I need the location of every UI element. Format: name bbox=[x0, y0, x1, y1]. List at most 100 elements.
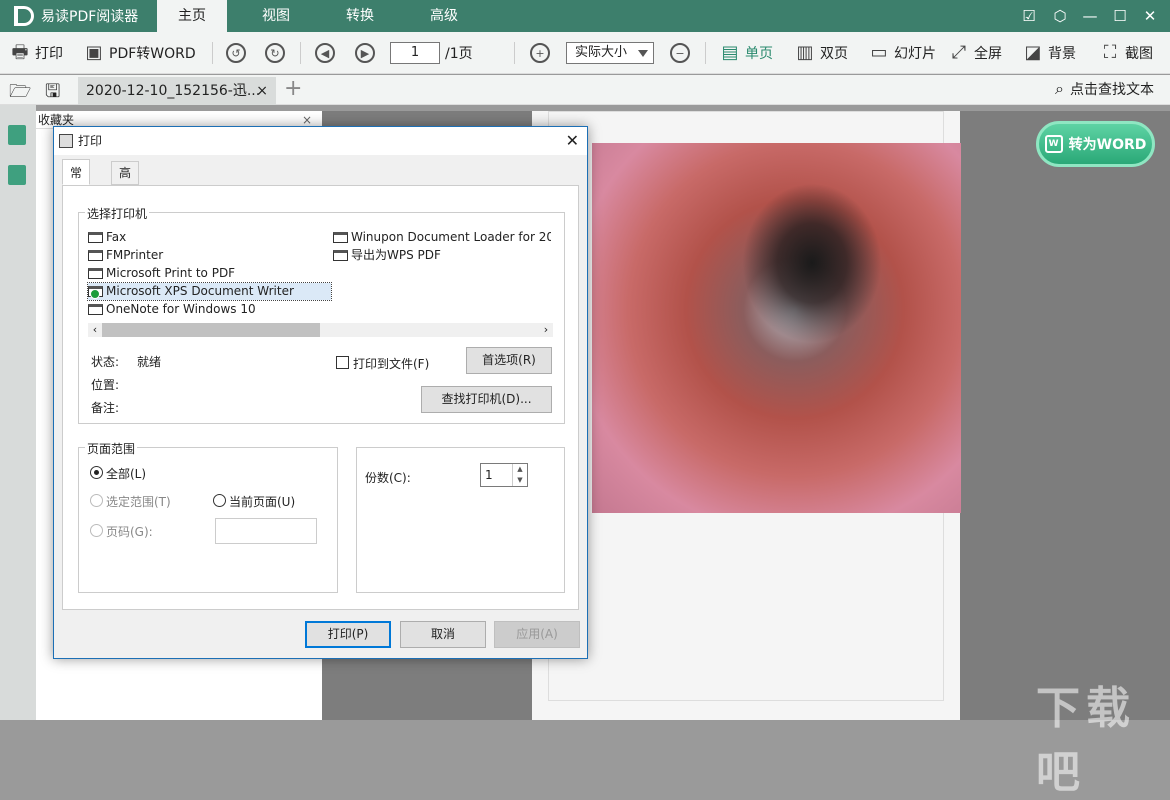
printer-icon: 🖶 bbox=[11, 42, 29, 63]
stepper-arrows-icon[interactable]: ▲ ▼ bbox=[512, 464, 527, 486]
apply-button[interactable]: 应用(A) bbox=[494, 621, 580, 648]
scroll-right-icon[interactable]: › bbox=[539, 323, 553, 337]
zoom-select[interactable]: 实际大小 bbox=[566, 42, 654, 64]
tab-home[interactable]: 主页 bbox=[157, 0, 227, 32]
rotate-left-button[interactable]: ↺ bbox=[226, 32, 246, 74]
print-button[interactable]: 🖶 打印 bbox=[10, 32, 64, 74]
maximize-icon[interactable]: ☐ bbox=[1111, 7, 1129, 25]
double-page-button[interactable]: ▥ 双页 bbox=[795, 32, 848, 74]
copies-stepper[interactable]: 1 ▲ ▼ bbox=[480, 463, 528, 487]
printer-item[interactable]: FMPrinter bbox=[88, 247, 163, 264]
printer-list[interactable]: Fax FMPrinter Microsoft Print to PDF Mic… bbox=[87, 227, 553, 325]
rotate-right-icon: ↻ bbox=[265, 43, 285, 63]
close-window-icon[interactable]: ✕ bbox=[1141, 7, 1159, 25]
single-page-icon: ▤ bbox=[721, 42, 739, 63]
document-tab[interactable]: 2020-12-10_152156-迅... × bbox=[78, 77, 276, 105]
single-page-button[interactable]: ▤ 单页 bbox=[720, 32, 773, 74]
range-all-radio[interactable] bbox=[90, 466, 103, 479]
range-pages-radio[interactable] bbox=[90, 524, 103, 537]
range-current-radio[interactable] bbox=[213, 494, 226, 507]
printer-item[interactable]: OneNote for Windows 10 bbox=[88, 301, 256, 318]
slideshow-button[interactable]: ▭ 幻灯片 bbox=[869, 32, 936, 74]
range-pages-label[interactable]: 页码(G): bbox=[106, 523, 153, 540]
tab-convert[interactable]: 转换 bbox=[320, 0, 400, 32]
pdf-to-word-button[interactable]: ▣ PDF转WORD bbox=[84, 32, 195, 74]
zoom-in-icon: + bbox=[530, 43, 550, 63]
edit-icon[interactable]: ☑ bbox=[1020, 7, 1038, 25]
background-icon: ◪ bbox=[1024, 42, 1042, 63]
next-page-icon: ▶ bbox=[355, 43, 375, 63]
search-text-label: 点击查找文本 bbox=[1069, 82, 1154, 98]
zoom-in-button[interactable]: + bbox=[530, 32, 550, 74]
printer-item[interactable]: Winupon Document Loader for 20 bbox=[333, 229, 551, 246]
page-image bbox=[592, 143, 961, 513]
scroll-left-icon[interactable]: ‹ bbox=[88, 323, 102, 337]
zoom-select-wrap[interactable]: 实际大小 bbox=[566, 32, 654, 74]
close-dialog-icon[interactable]: ✕ bbox=[566, 127, 579, 155]
printer-name: Winupon Document Loader for 20 bbox=[351, 230, 551, 244]
add-tab-icon[interactable]: + bbox=[284, 75, 302, 103]
word-icon: ▣ bbox=[85, 42, 103, 63]
print-dialog-icon bbox=[59, 134, 73, 148]
image-splash bbox=[742, 183, 882, 343]
slideshow-icon: ▭ bbox=[870, 42, 888, 63]
skin-icon[interactable]: ⬡ bbox=[1051, 7, 1069, 25]
watermark: 下载吧 bbox=[1036, 683, 1136, 798]
divider bbox=[300, 42, 301, 64]
bookmark-icon[interactable] bbox=[8, 165, 26, 185]
range-all-label[interactable]: 全部(L) bbox=[106, 465, 146, 482]
printer-item[interactable]: Fax bbox=[88, 229, 126, 246]
print-to-file-label[interactable]: 打印到文件(F) bbox=[353, 355, 429, 372]
zoom-out-button[interactable]: − bbox=[670, 32, 690, 74]
printer-name: Microsoft XPS Document Writer bbox=[106, 284, 294, 298]
print-label: 打印 bbox=[35, 46, 63, 62]
page-number-field[interactable]: 1 bbox=[390, 32, 440, 74]
toolbar: 🖶 打印 ▣ PDF转WORD ↺ ↻ ◀ ▶ 1 /1页 + 实际大小 − ▤ 单页… bbox=[0, 32, 1170, 74]
scrollbar-thumb[interactable] bbox=[102, 323, 320, 337]
range-current-label[interactable]: 当前页面(U) bbox=[229, 493, 295, 510]
range-selection-label[interactable]: 选定范围(T) bbox=[106, 493, 171, 510]
printer-item[interactable]: 导出为WPS PDF bbox=[333, 247, 441, 264]
divider bbox=[705, 42, 706, 64]
range-selection-radio[interactable] bbox=[90, 494, 103, 507]
printer-list-scrollbar[interactable]: ‹ › bbox=[88, 323, 553, 337]
printer-group-label: 选择打印机 bbox=[85, 205, 150, 222]
page-total: /1页 bbox=[445, 46, 473, 62]
printer-item[interactable]: Microsoft Print to PDF bbox=[88, 265, 235, 282]
slideshow-label: 幻灯片 bbox=[894, 46, 936, 62]
printer-name: Microsoft Print to PDF bbox=[106, 266, 236, 280]
prev-page-button[interactable]: ◀ bbox=[315, 32, 335, 74]
convert-to-word-button[interactable]: W 转为WORD bbox=[1036, 121, 1155, 167]
save-icon[interactable]: 🖫 bbox=[45, 79, 60, 109]
minimize-icon[interactable]: — bbox=[1081, 7, 1099, 25]
page-range-label: 页面范围 bbox=[85, 440, 138, 457]
fullscreen-button[interactable]: ⤢ 全屏 bbox=[949, 32, 1002, 74]
background-label: 背景 bbox=[1048, 46, 1076, 62]
tab-general[interactable]: 常规 bbox=[62, 159, 91, 206]
search-text-button[interactable]: ⌕ 点击查找文本 bbox=[1055, 79, 1154, 99]
copies-value[interactable]: 1 bbox=[485, 468, 493, 482]
page-number-input[interactable]: 1 bbox=[390, 42, 440, 64]
close-tab-icon[interactable]: × bbox=[256, 77, 268, 105]
screenshot-button[interactable]: ⛶ 截图 bbox=[1100, 32, 1153, 74]
cancel-button[interactable]: 取消 bbox=[400, 621, 486, 648]
background-button[interactable]: ◪ 背景 bbox=[1023, 32, 1076, 74]
print-to-file-checkbox[interactable] bbox=[336, 356, 349, 369]
print-confirm-button[interactable]: 打印(P) bbox=[305, 621, 391, 648]
thumbnail-icon[interactable] bbox=[8, 125, 26, 145]
copies-group: 份数(C): 1 ▲ ▼ bbox=[356, 447, 565, 593]
page-numbers-input[interactable] bbox=[215, 518, 317, 544]
find-printer-button[interactable]: 查找打印机(D)... bbox=[421, 386, 552, 413]
rotate-right-button[interactable]: ↻ bbox=[265, 32, 285, 74]
document-tab-label: 2020-12-10_152156-迅... bbox=[86, 83, 261, 99]
page-range-group: 页面范围 全部(L) 选定范围(T) 当前页面(U) 页码(G): bbox=[78, 440, 338, 593]
tab-advanced-settings[interactable]: 高级 bbox=[111, 161, 140, 202]
printer-icon bbox=[88, 232, 103, 243]
next-page-button[interactable]: ▶ bbox=[355, 32, 375, 74]
app-logo-icon bbox=[14, 6, 34, 26]
tab-advanced[interactable]: 高级 bbox=[404, 0, 484, 32]
favorites-title: 收藏夹 bbox=[38, 113, 75, 127]
preferences-button[interactable]: 首选项(R) bbox=[466, 347, 552, 374]
tab-view[interactable]: 视图 bbox=[236, 0, 316, 32]
printer-item-selected[interactable]: Microsoft XPS Document Writer bbox=[87, 282, 332, 301]
